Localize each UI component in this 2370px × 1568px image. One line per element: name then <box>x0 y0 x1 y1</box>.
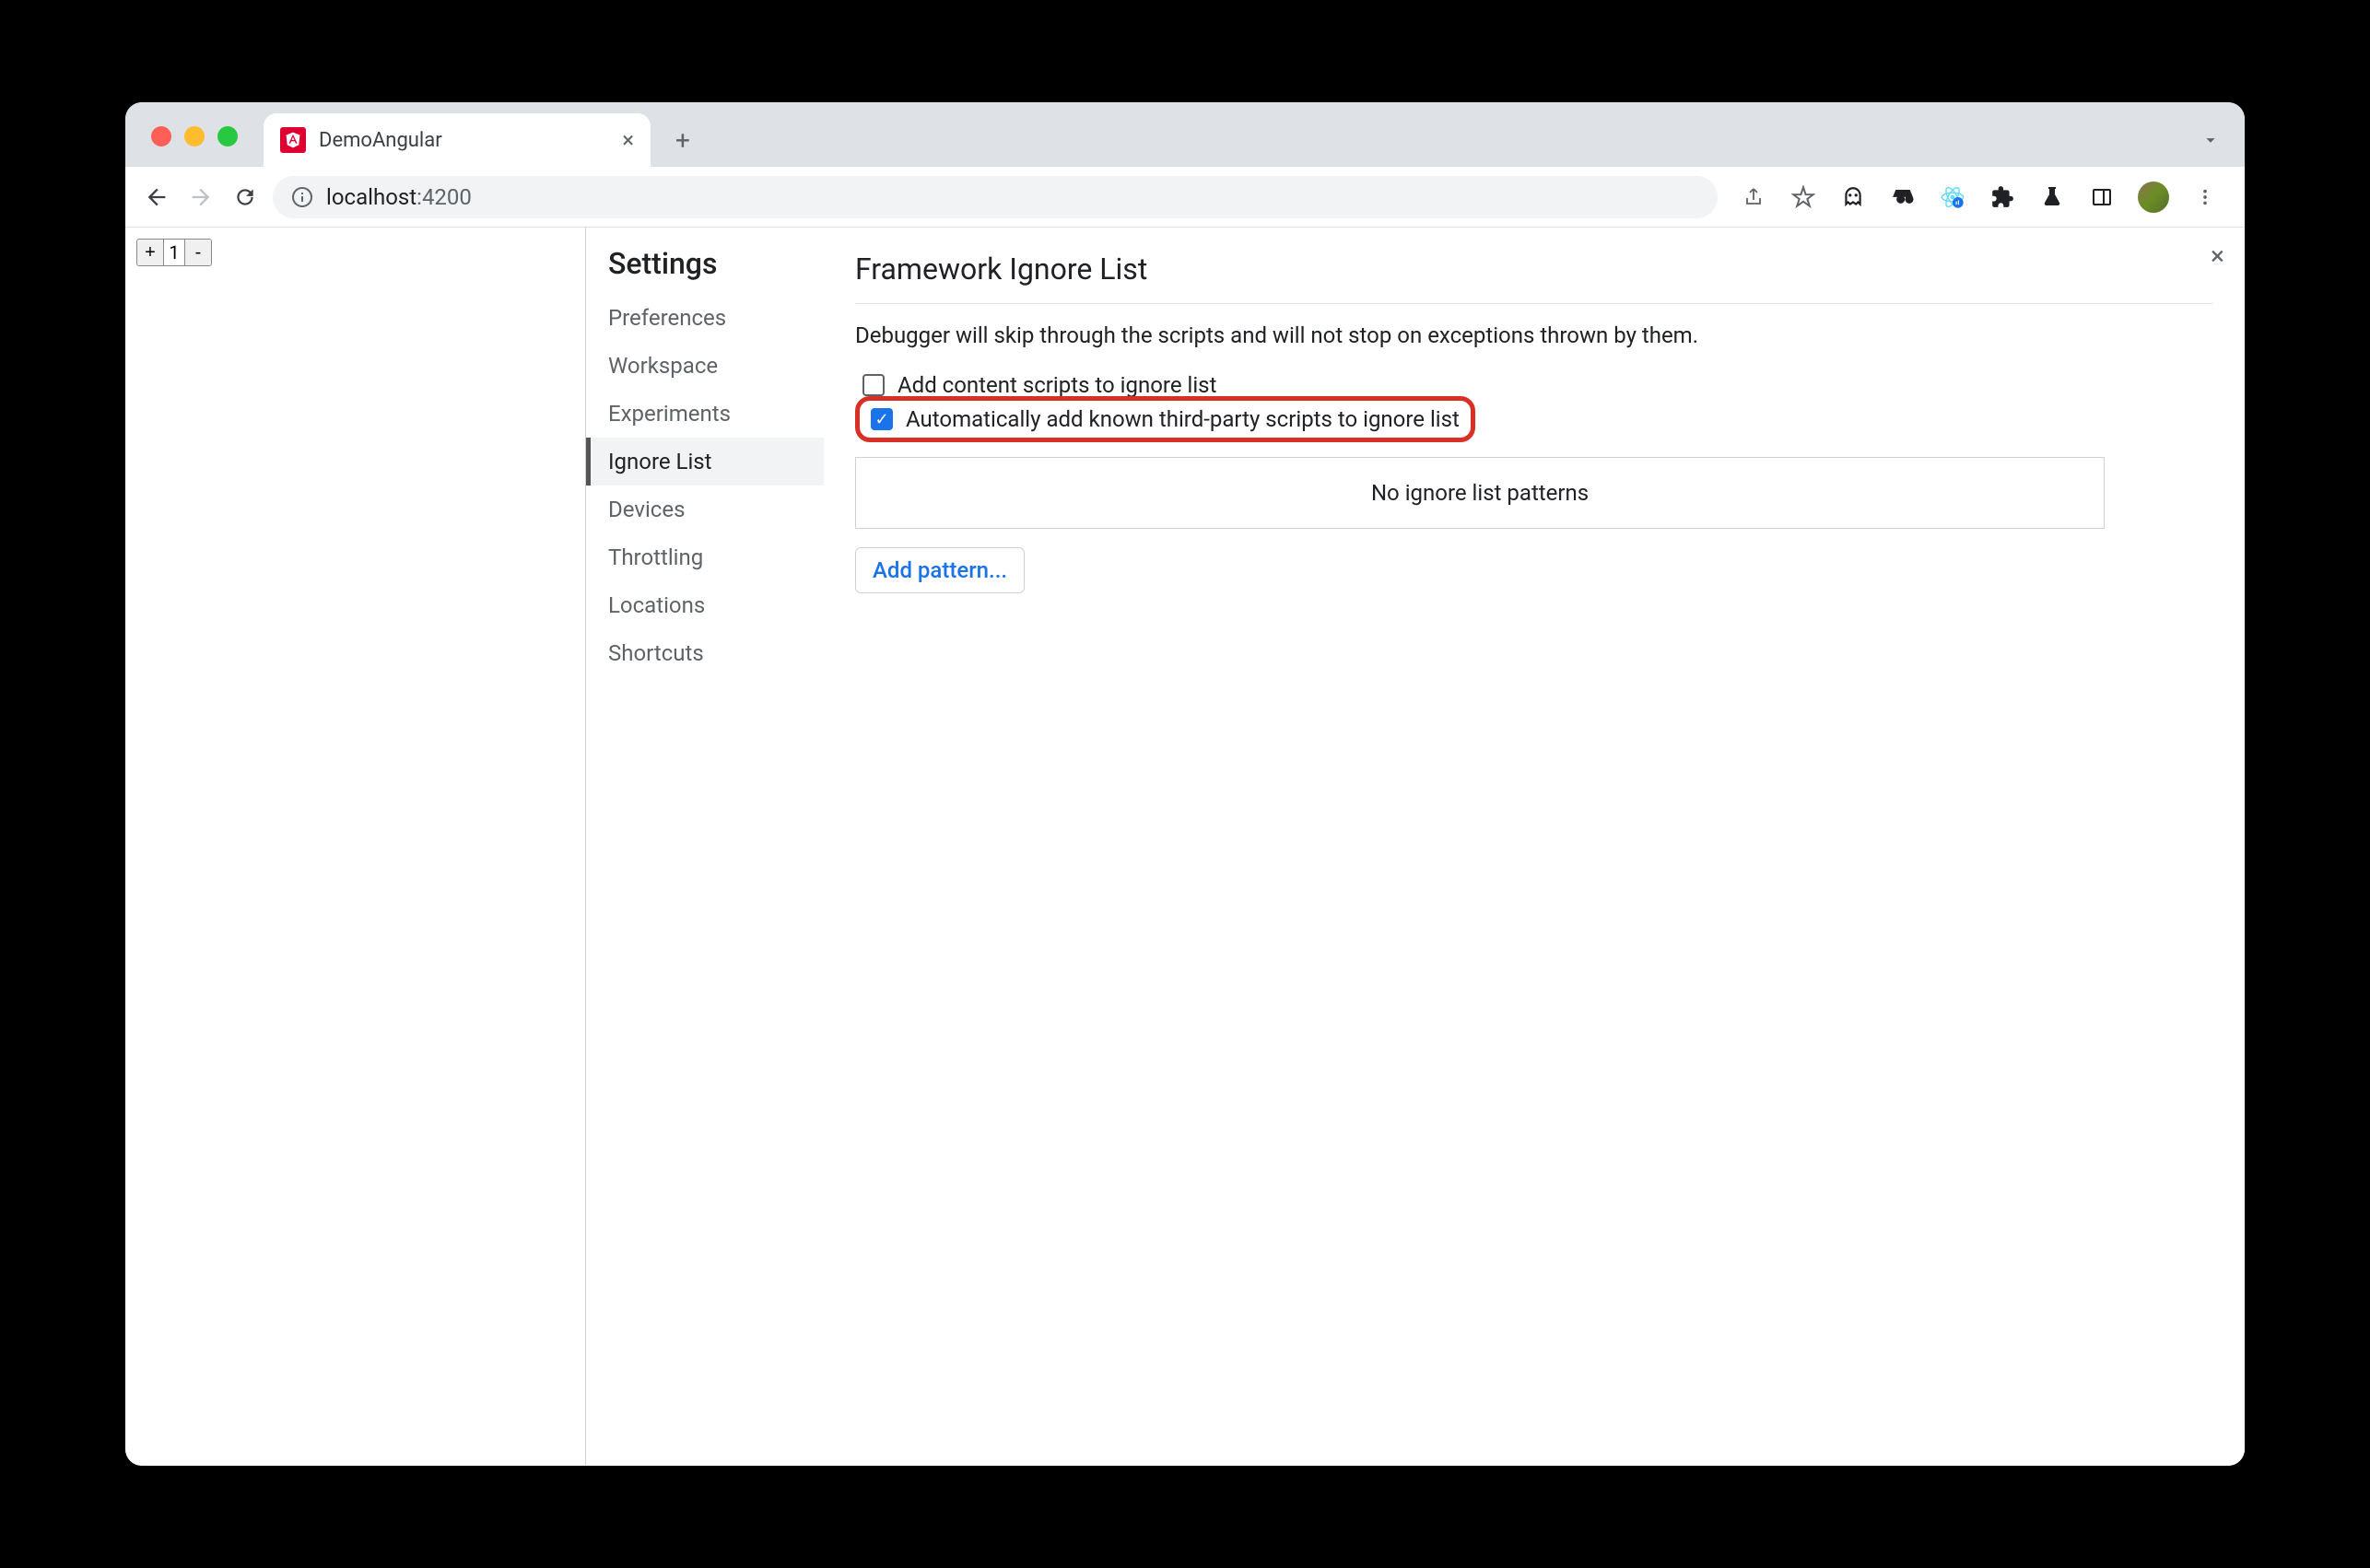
close-tab-icon[interactable]: × <box>622 127 634 153</box>
extension-react-icon[interactable] <box>1939 183 1966 211</box>
devtools-settings: Settings Preferences Workspace Experimen… <box>586 228 2245 1466</box>
new-tab-button[interactable]: + <box>663 121 702 159</box>
checkbox-icon <box>862 374 885 396</box>
checkbox-auto-third-party[interactable]: ✓ Automatically add known third-party sc… <box>855 396 1475 442</box>
increment-button[interactable]: + <box>137 240 163 265</box>
tab-bar: DemoAngular × + <box>125 102 2245 167</box>
browser-tab[interactable]: DemoAngular × <box>264 113 651 167</box>
profile-avatar[interactable] <box>2138 181 2169 213</box>
sidebar-item-shortcuts[interactable]: Shortcuts <box>586 629 824 677</box>
panel-title: Framework Ignore List <box>855 252 2213 304</box>
sidebar-item-experiments[interactable]: Experiments <box>586 390 824 438</box>
address-input[interactable]: localhost:4200 <box>273 176 1718 218</box>
decrement-button[interactable]: - <box>185 240 211 265</box>
extension-incognito-icon[interactable] <box>1889 183 1917 211</box>
extensions-puzzle-icon[interactable] <box>1989 183 2016 211</box>
close-settings-icon[interactable]: × <box>2211 240 2224 271</box>
browser-menu-icon[interactable] <box>2191 183 2219 211</box>
sidebar-item-workspace[interactable]: Workspace <box>586 342 824 390</box>
panel-description: Debugger will skip through the scripts a… <box>855 322 2213 348</box>
app-panel: + 1 - <box>125 228 586 1466</box>
url-text: localhost:4200 <box>326 184 472 210</box>
site-info-icon[interactable] <box>291 186 313 208</box>
address-bar: localhost:4200 <box>125 167 2245 228</box>
checkbox-label: Add content scripts to ignore list <box>898 372 1216 398</box>
extension-flask-icon[interactable] <box>2038 183 2066 211</box>
page-content: + 1 - Settings Preferences Workspace Exp… <box>125 228 2245 1466</box>
window-close-button[interactable] <box>151 126 171 146</box>
settings-heading: Settings <box>586 246 824 294</box>
counter-widget: + 1 - <box>136 239 212 266</box>
sidebar-item-throttling[interactable]: Throttling <box>586 533 824 581</box>
sidebar-item-devices[interactable]: Devices <box>586 486 824 533</box>
tab-expand-icon[interactable] <box>2200 130 2221 150</box>
tab-title: DemoAngular <box>319 129 609 152</box>
traffic-lights <box>151 126 238 146</box>
settings-content: × Framework Ignore List Debugger will sk… <box>824 228 2245 1466</box>
nav-forward-button[interactable] <box>184 181 217 214</box>
sidebar-item-locations[interactable]: Locations <box>586 581 824 629</box>
share-icon[interactable] <box>1740 183 1767 211</box>
checkbox-label: Automatically add known third-party scri… <box>906 406 1460 432</box>
checkbox-checked-icon: ✓ <box>871 408 893 430</box>
side-panel-icon[interactable] <box>2088 183 2116 211</box>
angular-icon <box>280 127 306 153</box>
ignore-patterns-list: No ignore list patterns <box>855 457 2105 529</box>
nav-back-button[interactable] <box>140 181 173 214</box>
bookmark-star-icon[interactable] <box>1789 183 1817 211</box>
sidebar-item-preferences[interactable]: Preferences <box>586 294 824 342</box>
sidebar-item-ignore-list[interactable]: Ignore List <box>586 438 824 486</box>
add-pattern-button[interactable]: Add pattern... <box>855 547 1025 593</box>
window-minimize-button[interactable] <box>184 126 205 146</box>
browser-window: DemoAngular × + localhost:4200 <box>125 102 2245 1466</box>
settings-sidebar: Settings Preferences Workspace Experimen… <box>586 228 824 1466</box>
window-maximize-button[interactable] <box>217 126 238 146</box>
nav-reload-button[interactable] <box>229 181 262 214</box>
extension-ghost-icon[interactable] <box>1839 183 1867 211</box>
counter-value: 1 <box>163 240 185 265</box>
toolbar-icons <box>1729 181 2230 213</box>
